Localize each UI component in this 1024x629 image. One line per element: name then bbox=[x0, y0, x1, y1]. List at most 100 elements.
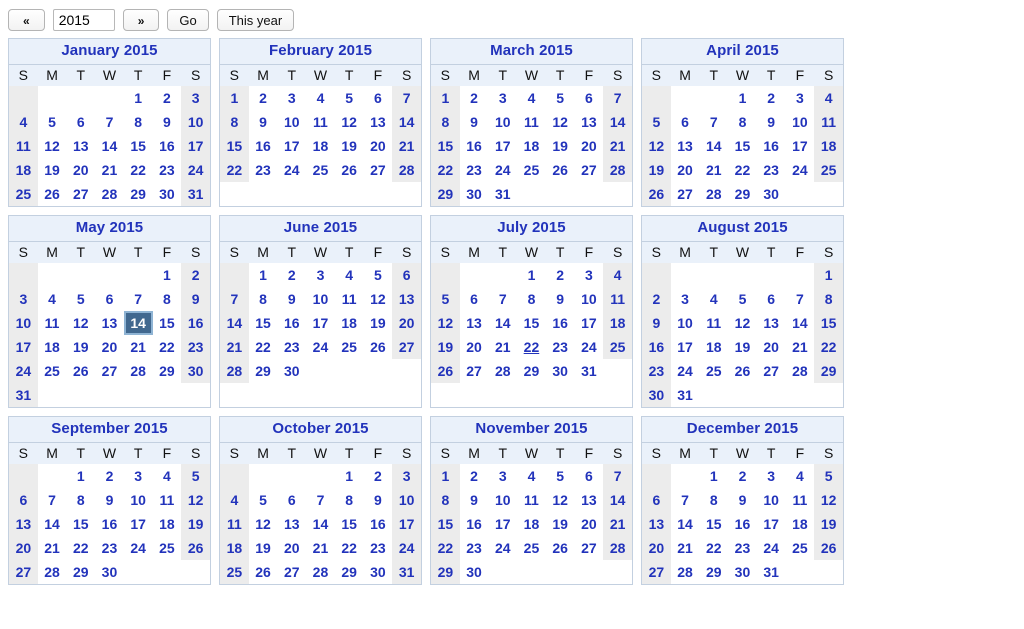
day-cell[interactable]: 14 bbox=[785, 311, 815, 335]
day-cell[interactable]: 8 bbox=[699, 488, 729, 512]
day-cell[interactable]: 2 bbox=[363, 464, 393, 488]
day-cell[interactable]: 3 bbox=[488, 464, 518, 488]
day-cell[interactable]: 14 bbox=[392, 110, 421, 134]
day-cell[interactable]: 29 bbox=[66, 560, 96, 584]
day-cell[interactable]: 11 bbox=[517, 110, 546, 134]
day-cell[interactable]: 30 bbox=[459, 560, 489, 584]
day-cell[interactable]: 20 bbox=[277, 536, 307, 560]
day-cell[interactable]: 24 bbox=[9, 359, 38, 383]
day-cell[interactable]: 11 bbox=[603, 287, 632, 311]
day-cell[interactable]: 28 bbox=[306, 560, 335, 584]
day-cell[interactable]: 12 bbox=[181, 488, 210, 512]
day-cell[interactable]: 27 bbox=[392, 335, 421, 359]
day-cell[interactable]: 26 bbox=[814, 536, 843, 560]
day-cell[interactable]: 10 bbox=[756, 488, 786, 512]
day-cell[interactable]: 16 bbox=[756, 134, 786, 158]
day-cell[interactable]: 19 bbox=[181, 512, 210, 536]
day-cell[interactable]: 19 bbox=[363, 311, 393, 335]
day-cell[interactable]: 26 bbox=[248, 560, 278, 584]
day-cell[interactable]: 4 bbox=[334, 263, 364, 287]
day-cell[interactable]: 19 bbox=[37, 158, 67, 182]
month-title[interactable]: July 2015 bbox=[431, 218, 632, 238]
day-cell[interactable]: 7 bbox=[488, 287, 518, 311]
day-cell[interactable]: 3 bbox=[670, 287, 700, 311]
day-cell[interactable]: 27 bbox=[574, 158, 604, 182]
day-cell[interactable]: 2 bbox=[756, 86, 786, 110]
day-cell[interactable]: 5 bbox=[66, 287, 96, 311]
day-cell[interactable]: 22 bbox=[66, 536, 96, 560]
day-cell[interactable]: 5 bbox=[181, 464, 210, 488]
day-cell[interactable]: 9 bbox=[756, 110, 786, 134]
day-cell[interactable]: 9 bbox=[181, 287, 210, 311]
day-cell[interactable]: 16 bbox=[95, 512, 124, 536]
day-cell[interactable]: 9 bbox=[152, 110, 182, 134]
day-cell[interactable]: 31 bbox=[392, 560, 421, 584]
day-cell[interactable]: 13 bbox=[66, 134, 96, 158]
day-cell[interactable]: 21 bbox=[392, 134, 421, 158]
day-cell[interactable]: 26 bbox=[334, 158, 364, 182]
day-cell[interactable]: 3 bbox=[392, 464, 421, 488]
day-cell[interactable]: 1 bbox=[517, 263, 546, 287]
month-title[interactable]: February 2015 bbox=[220, 41, 421, 61]
day-cell[interactable]: 20 bbox=[363, 134, 393, 158]
day-cell[interactable]: 1 bbox=[220, 86, 249, 110]
day-cell[interactable]: 12 bbox=[37, 134, 67, 158]
month-title[interactable]: June 2015 bbox=[220, 218, 421, 238]
day-cell[interactable]: 28 bbox=[488, 359, 518, 383]
day-cell[interactable]: 5 bbox=[728, 287, 757, 311]
day-cell[interactable]: 8 bbox=[152, 287, 182, 311]
day-cell[interactable]: 24 bbox=[574, 335, 604, 359]
day-cell[interactable]: 5 bbox=[431, 287, 460, 311]
day-cell[interactable]: 22 bbox=[123, 158, 153, 182]
day-cell[interactable]: 3 bbox=[123, 464, 153, 488]
day-cell[interactable]: 8 bbox=[220, 110, 249, 134]
day-cell[interactable]: 19 bbox=[642, 158, 671, 182]
day-cell[interactable]: 4 bbox=[785, 464, 815, 488]
day-cell[interactable]: 17 bbox=[392, 512, 421, 536]
day-cell[interactable]: 10 bbox=[277, 110, 307, 134]
day-cell[interactable]: 23 bbox=[181, 335, 210, 359]
day-cell[interactable]: 17 bbox=[277, 134, 307, 158]
day-cell[interactable]: 8 bbox=[814, 287, 843, 311]
day-cell[interactable]: 19 bbox=[334, 134, 364, 158]
day-cell[interactable]: 29 bbox=[431, 182, 460, 206]
day-cell[interactable]: 14 bbox=[603, 110, 632, 134]
day-cell[interactable]: 12 bbox=[66, 311, 96, 335]
day-cell[interactable]: 26 bbox=[37, 182, 67, 206]
day-cell[interactable]: 29 bbox=[152, 359, 182, 383]
day-cell[interactable]: 8 bbox=[334, 488, 364, 512]
day-cell[interactable]: 27 bbox=[9, 560, 38, 584]
day-cell[interactable]: 8 bbox=[728, 110, 757, 134]
day-cell[interactable]: 18 bbox=[517, 134, 546, 158]
day-cell[interactable]: 21 bbox=[785, 335, 815, 359]
day-cell[interactable]: 23 bbox=[152, 158, 182, 182]
day-cell[interactable]: 16 bbox=[363, 512, 393, 536]
day-cell[interactable]: 27 bbox=[642, 560, 671, 584]
day-cell[interactable]: 23 bbox=[277, 335, 307, 359]
day-cell[interactable]: 6 bbox=[95, 287, 124, 311]
day-cell[interactable]: 19 bbox=[814, 512, 843, 536]
day-cell[interactable]: 19 bbox=[431, 335, 460, 359]
day-cell[interactable]: 4 bbox=[517, 86, 546, 110]
day-cell[interactable]: 24 bbox=[785, 158, 815, 182]
day-cell[interactable]: 2 bbox=[95, 464, 124, 488]
day-cell[interactable]: 10 bbox=[488, 110, 518, 134]
day-cell[interactable]: 5 bbox=[363, 263, 393, 287]
day-cell[interactable]: 6 bbox=[392, 263, 421, 287]
day-cell[interactable]: 13 bbox=[670, 134, 700, 158]
day-cell[interactable]: 8 bbox=[66, 488, 96, 512]
day-cell[interactable]: 29 bbox=[431, 560, 460, 584]
day-cell[interactable]: 23 bbox=[459, 158, 489, 182]
month-title[interactable]: March 2015 bbox=[431, 41, 632, 61]
day-cell[interactable]: 21 bbox=[488, 335, 518, 359]
day-cell[interactable]: 4 bbox=[220, 488, 249, 512]
day-cell[interactable]: 25 bbox=[334, 335, 364, 359]
day-cell[interactable]: 21 bbox=[603, 512, 632, 536]
day-cell[interactable]: 4 bbox=[699, 287, 729, 311]
day-cell[interactable]: 16 bbox=[642, 335, 671, 359]
day-cell[interactable]: 29 bbox=[728, 182, 757, 206]
day-cell[interactable]: 10 bbox=[9, 311, 38, 335]
day-cell[interactable]: 13 bbox=[95, 311, 124, 335]
day-cell[interactable]: 5 bbox=[642, 110, 671, 134]
day-cell[interactable]: 20 bbox=[574, 134, 604, 158]
